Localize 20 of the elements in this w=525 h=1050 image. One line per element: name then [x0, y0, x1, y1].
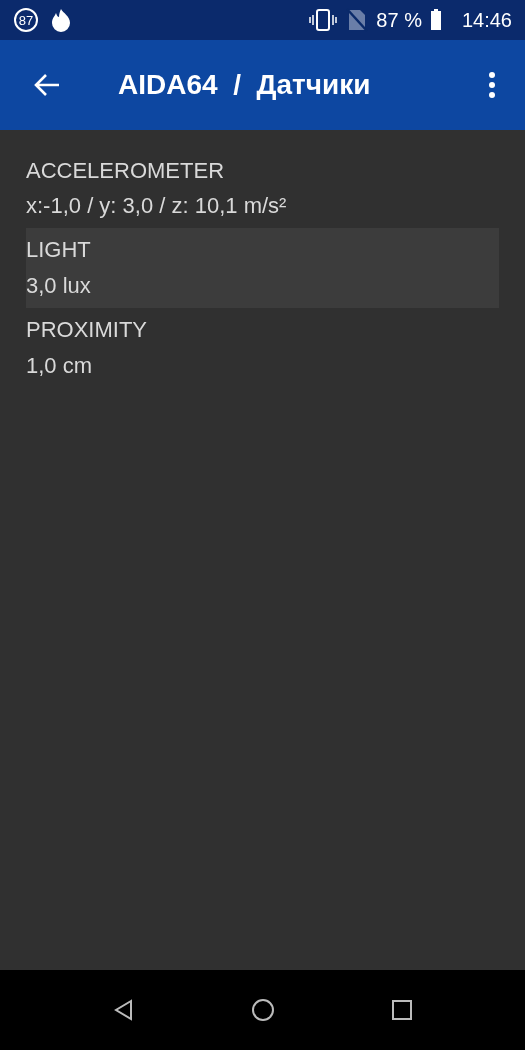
sensor-value: 1,0 cm: [26, 352, 94, 380]
notification-badge: 87: [14, 8, 38, 32]
sensor-name: ACCELEROMETER: [26, 157, 226, 185]
clock-time: 14:46: [461, 8, 512, 32]
screen-title: AIDA64 / Датчики: [118, 69, 372, 101]
sensor-value: x:-1,0 / y: 3,0 / z: 10,1 m/s²: [26, 192, 288, 220]
back-icon[interactable]: [33, 73, 61, 97]
sensor-row[interactable]: PROXIMITY 1,0 cm: [26, 308, 499, 388]
more-icon[interactable]: [487, 71, 497, 99]
flame-icon: [50, 8, 72, 32]
home-icon[interactable]: [251, 998, 276, 1022]
sensor-row[interactable]: ACCELEROMETER x:-1,0 / y: 3,0 / z: 10,1 m/s²: [26, 150, 499, 228]
recents-icon[interactable]: [391, 1000, 412, 1020]
battery-percent: 87 %: [376, 8, 422, 32]
sensor-name: PROXIMITY: [26, 316, 148, 344]
sensor-value: 3,0 lux: [26, 272, 92, 300]
vibrate-icon: [308, 8, 339, 32]
sensor-name: LIGHT: [26, 236, 92, 264]
battery-icon: [429, 8, 442, 32]
sensor-row[interactable]: LIGHT 3,0 lux: [26, 228, 499, 308]
